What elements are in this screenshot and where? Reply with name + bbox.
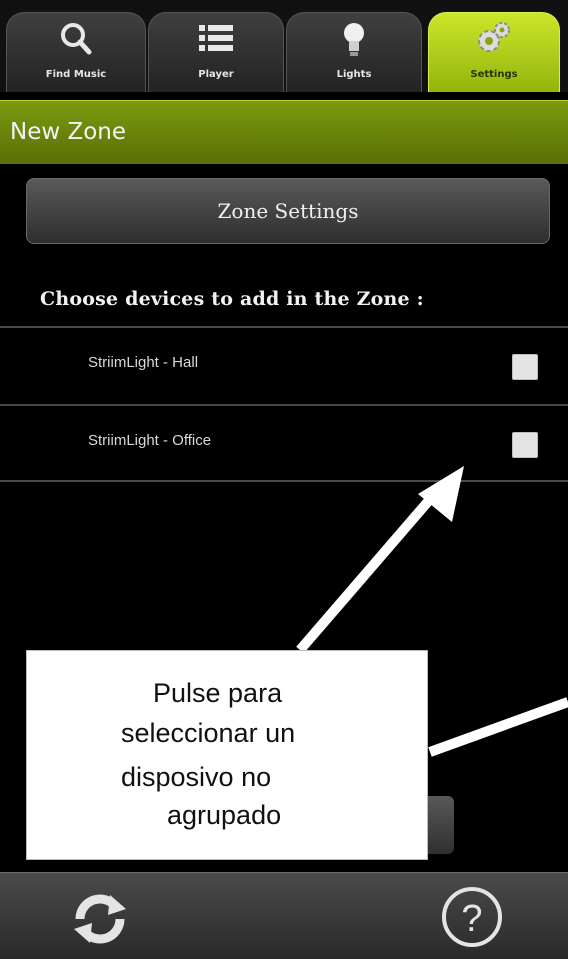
svg-text:?: ? bbox=[461, 898, 482, 940]
title-bar: New Zone bbox=[0, 100, 568, 164]
help-icon[interactable]: ? bbox=[440, 885, 504, 949]
lightbulb-icon bbox=[344, 23, 364, 56]
refresh-icon[interactable] bbox=[70, 889, 130, 949]
choose-devices-heading: Choose devices to add in the Zone : bbox=[40, 288, 424, 310]
bottom-bar: ? bbox=[0, 872, 568, 959]
gears-icon bbox=[478, 22, 510, 52]
device-label: StriimLight - Hall bbox=[88, 354, 199, 371]
zone-settings-button[interactable]: Zone Settings bbox=[26, 178, 550, 244]
page-title: New Zone bbox=[10, 119, 127, 145]
callout-line: agrupado bbox=[167, 800, 282, 830]
tab-label: Find Music bbox=[45, 69, 107, 80]
tab-lights[interactable]: Lights bbox=[286, 12, 422, 92]
tab-bar: Find Music Player Lights Settings bbox=[0, 0, 568, 92]
tab-settings[interactable]: Settings bbox=[428, 12, 560, 92]
divider bbox=[0, 480, 568, 482]
device-row-office[interactable]: StriimLight - Office bbox=[0, 406, 568, 482]
callout-line: Pulse para bbox=[153, 678, 283, 708]
search-icon bbox=[61, 23, 92, 55]
app-screen: Find Music Player Lights Settings New Zo… bbox=[0, 0, 568, 959]
partially-hidden-button[interactable] bbox=[426, 796, 454, 854]
tab-label: Player bbox=[198, 69, 234, 80]
callout-line: disposivo no bbox=[121, 762, 272, 792]
annotation-callout: Pulse para seleccionar un disposivo no a… bbox=[26, 650, 428, 860]
device-checkbox-office[interactable] bbox=[512, 432, 538, 458]
tab-find-music[interactable]: Find Music bbox=[6, 12, 146, 92]
device-row-hall[interactable]: StriimLight - Hall bbox=[0, 328, 568, 404]
list-icon bbox=[199, 25, 233, 51]
device-label: StriimLight - Office bbox=[88, 432, 212, 449]
tab-label: Settings bbox=[470, 69, 518, 80]
device-checkbox-hall[interactable] bbox=[512, 354, 538, 380]
tab-player[interactable]: Player bbox=[148, 12, 284, 92]
tab-label: Lights bbox=[336, 69, 372, 80]
callout-line: seleccionar un bbox=[121, 718, 296, 748]
